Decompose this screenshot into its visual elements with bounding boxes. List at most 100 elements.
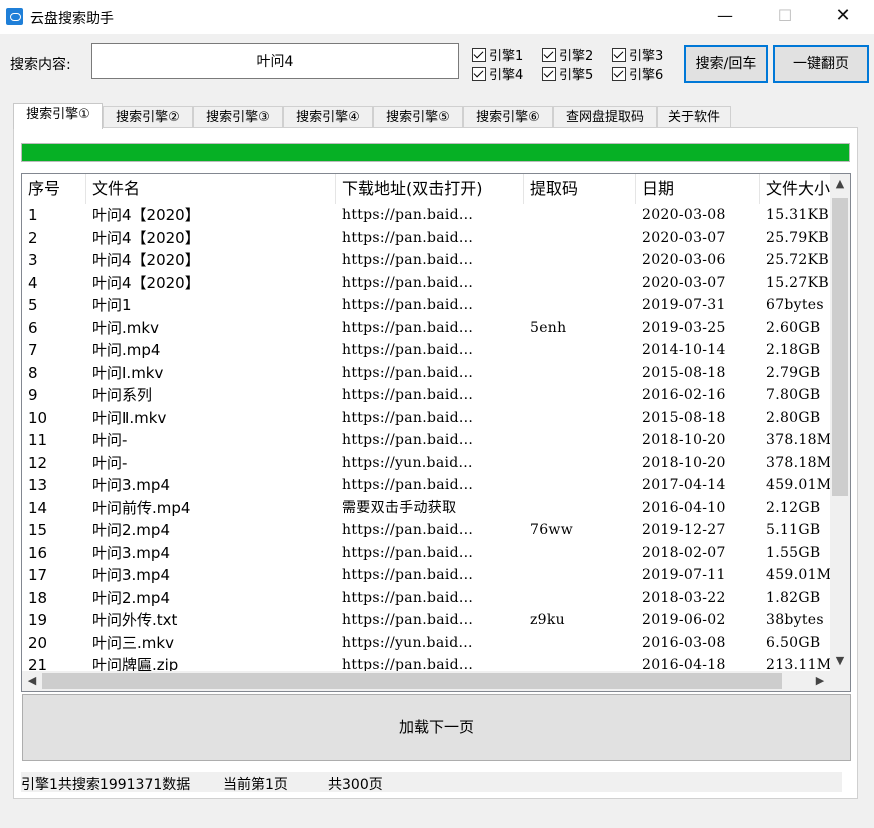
column-header-filename[interactable]: 文件名 bbox=[86, 174, 336, 204]
cell-url: https://pan.baid... bbox=[342, 432, 474, 448]
tab-extract-code[interactable]: 查网盘提取码 bbox=[553, 106, 657, 128]
checkbox-check-icon bbox=[612, 67, 626, 81]
column-header-date[interactable]: 日期 bbox=[636, 174, 760, 204]
search-input[interactable]: 叶问4 bbox=[91, 43, 459, 79]
engine-6-checkbox[interactable]: 引擎6 bbox=[612, 64, 663, 83]
cell-code bbox=[524, 429, 636, 452]
engine-5-checkbox[interactable]: 引擎5 bbox=[542, 64, 593, 83]
horizontal-scroll-thumb[interactable] bbox=[42, 673, 782, 689]
cell-url: https://pan.baid... bbox=[342, 544, 474, 561]
cell-date: 2016-03-08 bbox=[642, 634, 726, 651]
load-next-page-button[interactable]: 加载下一页 bbox=[22, 694, 851, 761]
close-button[interactable]: ✕ bbox=[820, 0, 866, 34]
table-row[interactable]: 14 叶问前传.mp4 需要双击手动获取 2016-04-10 2.12GB bbox=[22, 497, 830, 520]
cell-date: 2019-07-31 bbox=[642, 297, 726, 313]
table-row[interactable]: 4 叶问4【2020】 https://pan.baid... 2020-03-07 1… bbox=[22, 272, 830, 295]
cell-date: 2014-10-14 bbox=[642, 342, 726, 358]
engine-3-checkbox[interactable]: 引擎3 bbox=[612, 45, 663, 64]
minimize-button[interactable]: — bbox=[702, 0, 748, 34]
table-row[interactable]: 5 叶问1 https://pan.baid... 2019-07-31 67bytes bbox=[22, 294, 830, 317]
engine-2-checkbox[interactable]: 引擎2 bbox=[542, 45, 593, 64]
table-row[interactable]: 10 叶问Ⅱ.mkv https://pan.baid... 2015-08-18 2.… bbox=[22, 407, 830, 430]
cell-code bbox=[524, 564, 636, 587]
table-row[interactable]: 7 叶问.mp4 https://pan.baid... 2014-10-14 2.18… bbox=[22, 339, 830, 362]
tab-engine-1[interactable]: 搜索引擎① bbox=[13, 103, 103, 129]
table-row[interactable]: 8 叶问Ⅰ.mkv https://pan.baid... 2015-08-18 2.7… bbox=[22, 362, 830, 385]
cell-filename: 叶问外传.txt bbox=[92, 611, 178, 629]
table-row[interactable]: 9 叶问系列 https://pan.baid... 2016-02-16 7.80GB bbox=[22, 384, 830, 407]
column-header-code[interactable]: 提取码 bbox=[524, 174, 636, 204]
cell-date: 2018-02-07 bbox=[642, 544, 726, 561]
next-page-button[interactable]: 一键翻页 bbox=[773, 45, 869, 83]
table-row[interactable]: 11 叶问-https://pan.baid... 2018-10-20 378.18… bbox=[22, 429, 830, 452]
status-engine-count: 引擎1共搜索1991371数据 bbox=[21, 777, 191, 793]
column-header-index[interactable]: 序号 bbox=[22, 174, 86, 204]
checkbox-check-icon bbox=[542, 67, 556, 81]
cell-url: https://pan.baid... bbox=[342, 364, 474, 381]
checkbox-check-icon bbox=[542, 48, 556, 62]
vertical-scroll-thumb[interactable] bbox=[832, 198, 848, 496]
table-row[interactable]: 3 叶问4【2020】 https://pan.baid... 2020-03-06 2… bbox=[22, 249, 830, 272]
engine-4-checkbox[interactable]: 引擎4 bbox=[472, 64, 523, 83]
vertical-scrollbar[interactable]: ▲ ▼ bbox=[830, 174, 850, 671]
table-row[interactable]: 15 叶问2.mp4 https://pan.baid... 76ww 2019-12-… bbox=[22, 519, 830, 542]
table-row[interactable]: 17 叶问3.mp4 https://pan.baid... 2019-07-11 45… bbox=[22, 564, 830, 587]
scroll-down-icon[interactable]: ▼ bbox=[830, 651, 850, 671]
results-table[interactable]: 序号 文件名 下载地址(双击打开) 提取码 日期 文件大小 1 叶问4【2020】… bbox=[21, 173, 851, 692]
cloud-search-icon bbox=[6, 8, 23, 25]
cell-date: 2015-08-18 bbox=[642, 409, 726, 426]
table-row[interactable]: 2 叶问4【2020】 https://pan.baid... 2020-03-07 2… bbox=[22, 227, 830, 250]
column-header-url[interactable]: 下载地址(双击打开) bbox=[336, 174, 524, 204]
cell-filename: 叶问三.mkv bbox=[92, 633, 174, 652]
cell-date: 2020-03-08 bbox=[642, 207, 726, 223]
cell-size: 25.79KB bbox=[766, 229, 829, 246]
table-row[interactable]: 13 叶问3.mp4 https://pan.baid... 2017-04-14 45… bbox=[22, 474, 830, 497]
tab-engine-2[interactable]: 搜索引擎② bbox=[103, 106, 193, 128]
cell-size: 2.60GB bbox=[766, 319, 821, 336]
search-button[interactable]: 搜索/回车 bbox=[684, 45, 768, 83]
tab-engine-3[interactable]: 搜索引擎③ bbox=[193, 106, 283, 128]
cell-code bbox=[524, 497, 636, 520]
maximize-button[interactable]: ☐ bbox=[762, 0, 808, 34]
cell-index: 13 bbox=[28, 476, 48, 494]
cell-url: https://yun.baid... bbox=[342, 454, 473, 471]
table-row[interactable]: 20 叶问三.mkv https://yun.baid... 2016-03-08 6.… bbox=[22, 632, 830, 655]
column-header-size[interactable]: 文件大小 bbox=[760, 174, 840, 204]
table-row[interactable]: 18 叶问2.mp4 https://pan.baid... 2018-03-22 1.… bbox=[22, 587, 830, 610]
tab-engine-5[interactable]: 搜索引擎⑤ bbox=[373, 106, 463, 128]
cell-filename: 叶问3.mp4 bbox=[92, 543, 170, 562]
cell-date: 2019-03-25 bbox=[642, 319, 726, 336]
cell-size: 6.50GB bbox=[766, 634, 821, 651]
cell-url: https://pan.baid... bbox=[342, 477, 474, 493]
table-row[interactable]: 16 叶问3.mp4 https://pan.baid... 2018-02-07 1.… bbox=[22, 542, 830, 565]
tab-engine-6[interactable]: 搜索引擎⑥ bbox=[463, 106, 553, 128]
table-row[interactable]: 6 叶问.mkv https://pan.baid... 5enh 2019-03-25… bbox=[22, 317, 830, 340]
cell-size: 1.82GB bbox=[766, 589, 821, 606]
window-title: 云盘搜索助手 bbox=[30, 11, 114, 27]
cell-index: 11 bbox=[28, 431, 48, 449]
cell-code bbox=[524, 272, 636, 295]
scroll-right-icon[interactable]: ▶ bbox=[810, 671, 830, 691]
cell-index: 14 bbox=[28, 498, 48, 517]
cell-filename: 叶问- bbox=[92, 431, 128, 449]
horizontal-scrollbar[interactable]: ◀ ▶ bbox=[22, 671, 830, 691]
scroll-up-icon[interactable]: ▲ bbox=[830, 174, 850, 194]
table-row[interactable]: 19 叶问外传.txt https://pan.baid... z9ku 2019-06… bbox=[22, 609, 830, 632]
cell-filename: 叶问Ⅱ.mkv bbox=[92, 408, 167, 427]
status-current-page: 当前第1页 bbox=[223, 777, 288, 793]
cell-size: 2.79GB bbox=[766, 364, 821, 381]
cell-url: https://pan.baid... bbox=[342, 387, 474, 403]
tab-about[interactable]: 关于软件 bbox=[657, 106, 731, 128]
tab-engine-4[interactable]: 搜索引擎④ bbox=[283, 106, 373, 128]
cell-date: 2016-04-10 bbox=[642, 499, 726, 516]
cell-filename: 叶问Ⅰ.mkv bbox=[92, 363, 164, 382]
scroll-left-icon[interactable]: ◀ bbox=[22, 671, 42, 691]
engine-1-checkbox[interactable]: 引擎1 bbox=[472, 45, 523, 64]
table-row[interactable]: 12 叶问-https://yun.baid... 2018-10-20 378.18… bbox=[22, 452, 830, 475]
cell-url: https://yun.baid... bbox=[342, 634, 473, 651]
cell-size: 15.31KB bbox=[766, 207, 829, 223]
cell-url: https://pan.baid... bbox=[342, 274, 474, 291]
cell-url: https://pan.baid... bbox=[342, 319, 474, 336]
table-row[interactable]: 1 叶问4【2020】 https://pan.baid... 2020-03-08 1… bbox=[22, 204, 830, 227]
table-header: 序号 文件名 下载地址(双击打开) 提取码 日期 文件大小 bbox=[22, 174, 850, 204]
